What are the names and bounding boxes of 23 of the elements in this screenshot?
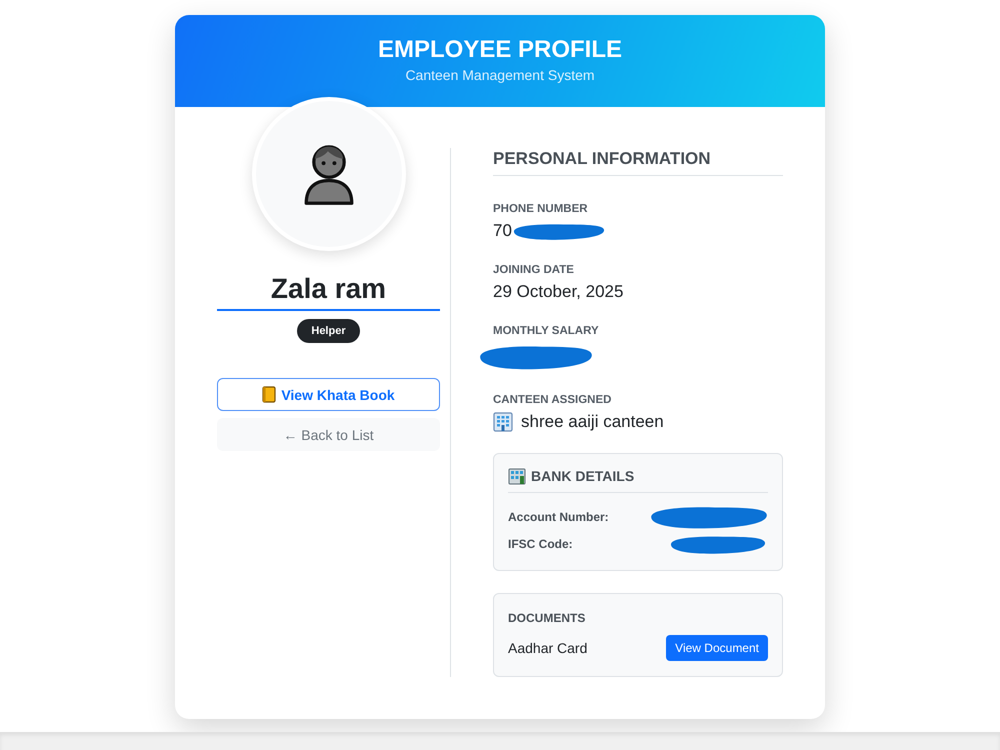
field-label: PHONE NUMBER xyxy=(493,203,588,215)
page-subtitle: Canteen Management System xyxy=(404,67,596,83)
field-label: CANTEEN ASSIGNED xyxy=(493,394,612,406)
employee-name: Zala ram xyxy=(270,273,386,304)
document-name: Aadhar Card xyxy=(508,640,588,656)
field-value: shree aaiji canteen xyxy=(521,412,664,432)
office-building-icon xyxy=(493,412,513,432)
panel-heading: BANK DETAILS xyxy=(531,468,634,484)
panel-heading: DOCUMENTS xyxy=(508,611,586,625)
field-label: MONTHLY SALARY xyxy=(493,325,599,337)
view-khata-book-button[interactable]: View Khata Book xyxy=(217,378,440,411)
role-badge: Helper xyxy=(297,319,360,343)
field-value: 29 October, 2025 xyxy=(493,282,624,302)
bank-building-icon xyxy=(508,467,526,485)
bank-field-label: Account Number: xyxy=(508,510,609,524)
section-heading: PERSONAL INFORMATION xyxy=(493,149,711,168)
view-document-button[interactable]: View Document xyxy=(666,635,768,661)
field-value: 70 xyxy=(493,221,512,241)
notebook-icon xyxy=(262,386,276,403)
bank-field-label: IFSC Code: xyxy=(508,537,573,551)
page-title: EMPLOYEE PROFILE xyxy=(376,37,624,63)
field-label: JOINING DATE xyxy=(493,264,574,276)
back-to-list-button[interactable]: ← Back to List xyxy=(217,418,440,451)
